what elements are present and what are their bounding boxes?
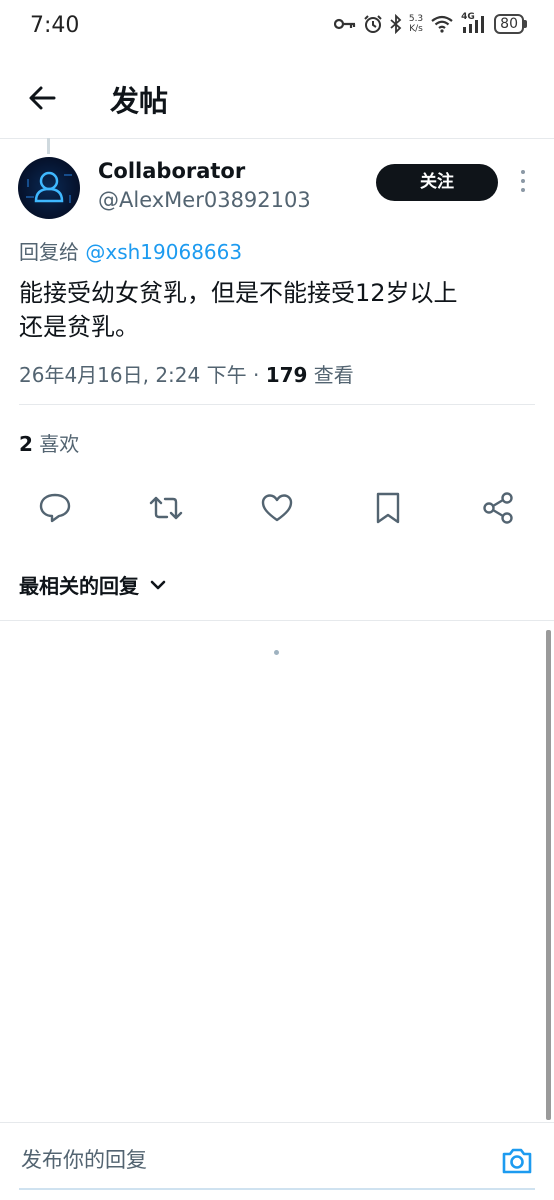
action-bar	[0, 490, 554, 530]
likes-label: 喜欢	[32, 432, 80, 456]
post-meta: 26年4月16日, 2:24 下午 · 179 查看	[19, 359, 354, 388]
avatar[interactable]	[18, 157, 80, 219]
avatar-person-icon	[26, 171, 72, 203]
post-text-line: 还是贫乳。	[19, 313, 139, 341]
meta-divider	[19, 404, 535, 405]
repost-icon[interactable]	[148, 490, 184, 526]
back-arrow-icon[interactable]	[22, 78, 62, 118]
loading-indicator	[274, 650, 279, 655]
reply-prefix: 回复给	[19, 240, 79, 264]
post-timestamp[interactable]: 26年4月16日, 2:24 下午 ·	[19, 363, 266, 387]
heart-icon[interactable]	[259, 490, 295, 526]
post-text-line: 能接受幼女贫乳，但是不能接受12岁以上	[19, 279, 458, 307]
author-name[interactable]: Collaborator	[98, 159, 245, 183]
reply-to-line: 回复给 @xsh19068663	[19, 236, 242, 265]
compose-divider	[0, 1122, 554, 1123]
author-handle[interactable]: @AlexMer03892103	[98, 188, 311, 212]
views-label: 查看	[307, 363, 354, 387]
header-divider	[0, 138, 554, 139]
more-options-icon[interactable]	[516, 170, 530, 196]
post-body: 能接受幼女贫乳，但是不能接受12岁以上 还是贫乳。	[19, 276, 529, 344]
cellular-signal-icon: 4G	[461, 12, 487, 34]
alarm-icon	[364, 15, 382, 33]
share-icon[interactable]	[480, 490, 516, 526]
likes-count: 2	[19, 432, 33, 456]
follow-button[interactable]: 关注	[376, 164, 498, 201]
status-bar: 7:40 5.3 K/s 4G 80	[0, 0, 554, 56]
likes-summary[interactable]: 2 喜欢	[19, 428, 79, 457]
status-icons: 5.3 K/s 4G 80	[333, 12, 527, 34]
reply-handle-link[interactable]: @xsh19068663	[85, 240, 242, 264]
battery-indicator: 80	[494, 14, 527, 34]
wifi-icon	[431, 15, 453, 33]
page-title: 发帖	[110, 84, 169, 118]
reply-icon[interactable]	[37, 490, 73, 526]
sort-divider	[0, 620, 554, 621]
key-icon	[333, 18, 355, 30]
network-speed: 5.3 K/s	[408, 14, 424, 34]
reply-compose-input[interactable]	[19, 1148, 463, 1174]
compose-underline	[19, 1188, 535, 1190]
scrollbar[interactable]	[546, 630, 551, 1120]
camera-icon[interactable]	[500, 1145, 534, 1177]
app-header: 发帖	[0, 56, 554, 138]
sort-label: 最相关的回复	[19, 574, 139, 598]
chevron-down-icon	[150, 580, 166, 589]
status-time: 7:40	[30, 13, 80, 38]
thread-connector	[47, 138, 50, 154]
bookmark-icon[interactable]	[370, 490, 406, 526]
replies-sort-selector[interactable]: 最相关的回复	[19, 570, 167, 599]
bluetooth-icon	[390, 14, 402, 34]
views-count: 179	[265, 363, 308, 387]
